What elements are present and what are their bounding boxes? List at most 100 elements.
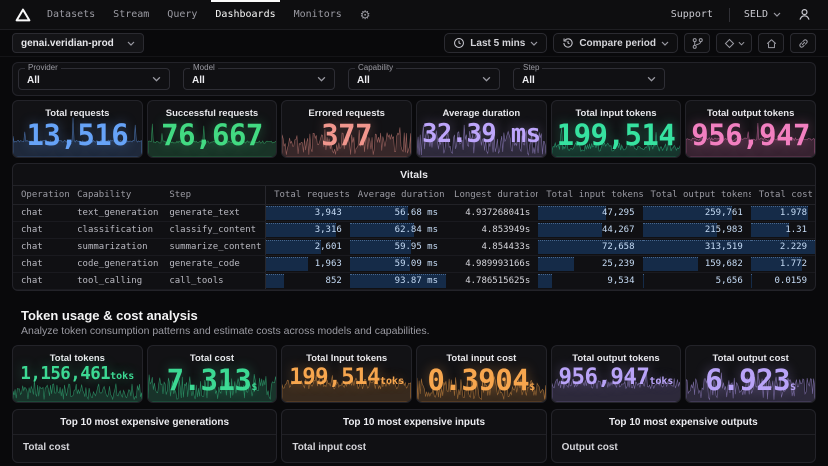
kpi-card-total-input-tokens: Total Input tokens 199,514toks (281, 345, 412, 403)
chevron-down-icon (530, 41, 538, 46)
annotations-button[interactable] (716, 33, 752, 53)
filter-value: All (357, 75, 370, 86)
share-link-button[interactable] (790, 33, 816, 53)
nav-item-dashboards[interactable]: Dashboards (206, 0, 284, 30)
table-row: chattool_callingcall_tools85293.87 ms4.7… (13, 273, 815, 290)
kpi-number: 32.39 ms (422, 118, 540, 148)
kpi-number: 6.923 (705, 363, 790, 397)
axiom-logo[interactable] (10, 8, 36, 22)
nav-item-query[interactable]: Query (158, 0, 206, 30)
table-cell: 4.854433s (446, 239, 538, 256)
filter-select-model[interactable]: Model All (183, 68, 335, 90)
home-button[interactable] (758, 33, 784, 53)
cell-value: chat (21, 276, 43, 286)
kpi-unit: toks (380, 376, 404, 387)
kpi-card-total-input-tokens: Total input tokens 199,514 (551, 100, 682, 158)
nav-item-datasets[interactable]: Datasets (38, 0, 104, 30)
cell-data-bar (643, 257, 698, 271)
history-icon (562, 37, 574, 49)
time-range-button[interactable]: Last 5 mins (444, 33, 547, 53)
cell-value: generate_code (169, 259, 239, 269)
filter-select-capability[interactable]: Capability All (348, 68, 500, 90)
compare-period-button[interactable]: Compare period (553, 33, 678, 53)
flow-branch-icon (691, 37, 704, 50)
main-nav: DatasetsStream Query DashboardsMonitors (38, 0, 351, 30)
vitals-table: OperationCapabilityStepTotal requestsAve… (13, 185, 815, 290)
table-cell: generate_code (161, 256, 265, 273)
gear-icon[interactable]: ⚙ (353, 8, 378, 22)
table-cell: tool_calling (69, 273, 161, 290)
table-cell: 3,316 (266, 222, 350, 239)
flow-branch-button[interactable] (684, 33, 710, 53)
filter-select-provider[interactable]: Provider All (18, 68, 170, 90)
cell-value: 215,983 (705, 225, 743, 235)
table-cell: 1,963 (266, 256, 350, 273)
kpi-number: 956,947 (691, 118, 810, 152)
table-cell: 93.87 ms (350, 273, 446, 290)
diamond-icon (724, 38, 735, 49)
filter-select-step[interactable]: Step All (513, 68, 665, 90)
chevron-down-icon (647, 76, 656, 82)
column-header: Total cost (751, 186, 815, 205)
table-cell: 1.978 (751, 205, 815, 222)
kpi-number: 0.3904 (427, 363, 529, 397)
cell-value: 9,534 (607, 276, 634, 286)
table-cell: classification (69, 222, 161, 239)
nav-item-monitors[interactable]: Monitors (285, 0, 351, 30)
table-cell: classify_content (161, 222, 265, 239)
table-row: chattext_generationgenerate_text3,94356.… (13, 205, 815, 222)
nav-item-label: Query (167, 9, 197, 20)
vitals-title: Vitals (13, 164, 815, 185)
table-cell: 2.229 (751, 239, 815, 256)
table-cell: 25,239 (538, 256, 642, 273)
cell-value: classification (77, 225, 153, 235)
kpi-value: 377 (282, 120, 411, 152)
org-menu-button[interactable]: SELD (736, 9, 789, 20)
table-cell: chat (13, 222, 69, 239)
support-link[interactable]: Support (661, 9, 723, 20)
kpi-row-requests: Total requests 13,516 Successful request… (12, 100, 816, 158)
top10-panel-title: Top 10 most expensive generations (13, 410, 276, 435)
column-header: Capability (69, 186, 161, 205)
kpi-number: 199,514 (557, 118, 676, 152)
top-nav: DatasetsStreamQueryDashboardsMonitors ⚙ … (0, 0, 828, 30)
cell-value: 4.853949s (481, 225, 530, 235)
nav-item-stream[interactable]: Stream (104, 0, 158, 30)
cell-value: code_generation (77, 259, 158, 269)
column-header: Total output tokens (643, 186, 751, 205)
kpi-unit: $ (790, 382, 796, 393)
cell-value: 44,267 (602, 225, 635, 235)
cell-value: 56.68 ms (395, 208, 438, 218)
kpi-unit: toks (649, 376, 673, 387)
org-label: SELD (744, 9, 768, 20)
table-row: chat classification classify_content3,3166… (13, 222, 815, 239)
kpi-unit: $ (529, 382, 535, 393)
chevron-down-icon (317, 76, 326, 82)
cell-value: 5,656 (716, 276, 743, 286)
kpi-value: 76,667 (148, 120, 277, 152)
table-cell: 159,682 (643, 256, 751, 273)
chevron-down-icon (127, 41, 135, 46)
cell-value: 3,943 (315, 208, 342, 218)
table-cell: 62.84 ms (350, 222, 446, 239)
kpi-card-total-output-tokens: Total output tokens 956,947 (685, 100, 816, 158)
table-cell: 44,267 (538, 222, 642, 239)
top10-panel-top-10-most-expensive-outputs: Top 10 most expensive outputs Output cos… (551, 409, 816, 463)
kpi-value: 6.923$ (686, 365, 815, 397)
filter-label: Provider (25, 63, 61, 72)
token-section-header: Token usage & cost analysis Analyze toke… (0, 296, 828, 341)
table-cell: 59.95 ms (350, 239, 446, 256)
cell-data-bar (538, 274, 552, 288)
table-cell: 1.31 (751, 222, 815, 239)
cell-value: 159,682 (705, 259, 743, 269)
table-header-row: OperationCapabilityStepTotal requestsAve… (13, 186, 815, 205)
kpi-card-total-tokens: Total tokens 1,156,461toks (12, 345, 143, 403)
kpi-label: Total tokens (13, 353, 142, 364)
user-icon[interactable] (791, 7, 818, 22)
kpi-value: 956,947 (686, 120, 815, 152)
dashboard-select[interactable]: genai.veridian-prod (12, 33, 144, 53)
kpi-number: 13,516 (26, 118, 128, 152)
kpi-label: Total output tokens (552, 353, 681, 364)
cell-value: 852 (326, 276, 342, 286)
section-subtitle: Analyze token consumption patterns and e… (21, 325, 807, 337)
